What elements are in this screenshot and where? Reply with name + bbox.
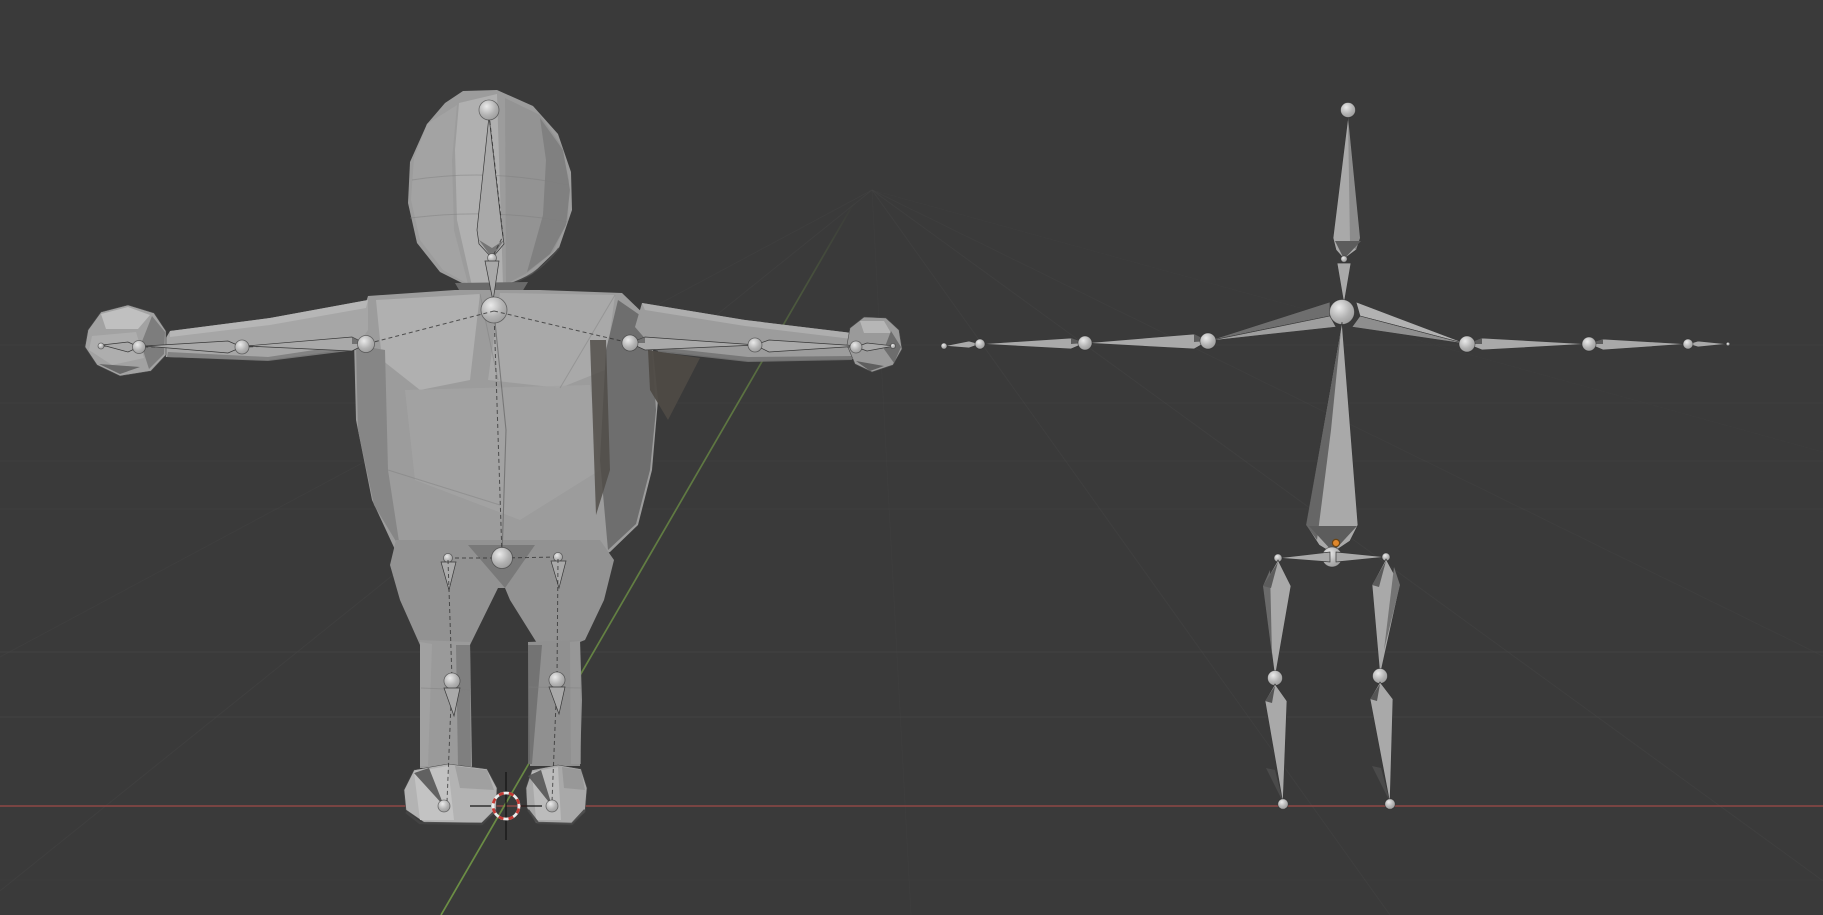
joint-left-knee bbox=[444, 673, 460, 689]
joint-left-hand bbox=[975, 339, 985, 349]
armature-pelvis-bones[interactable] bbox=[1274, 547, 1390, 567]
joint-right-foot bbox=[546, 800, 558, 812]
character-right-arm-mesh bbox=[635, 303, 857, 420]
joint-right-hand bbox=[1683, 339, 1693, 349]
armature-left-leg-bones[interactable] bbox=[1263, 560, 1291, 809]
joint-right-hand-tip bbox=[891, 344, 896, 349]
joint-neck bbox=[1341, 256, 1347, 262]
armature-object[interactable]: Standalone armature skeleton bbox=[941, 103, 1730, 810]
character-right-shoe-mesh bbox=[526, 765, 587, 824]
armature-right-leg-bones[interactable] bbox=[1370, 559, 1400, 809]
joint-left-shoulder bbox=[358, 336, 375, 353]
joint-right-elbow bbox=[748, 338, 762, 352]
joint-left-knee bbox=[1268, 671, 1283, 686]
joint-left-foot bbox=[1278, 799, 1288, 809]
joint-left-tip bbox=[941, 343, 947, 349]
joint-right-knee bbox=[1373, 669, 1388, 684]
character-object[interactable]: Low-poly humanoid character mesh with em… bbox=[85, 90, 902, 824]
armature-head-bone[interactable] bbox=[1333, 103, 1361, 263]
viewport-canvas[interactable]: 3D viewport Standalone armature skeleton bbox=[0, 0, 1823, 915]
3d-viewport[interactable]: 3D viewport Standalone armature skeleton bbox=[0, 0, 1823, 915]
joint-right-wrist bbox=[850, 341, 862, 353]
joint-right-tip bbox=[1726, 342, 1730, 346]
joint-chest bbox=[481, 297, 507, 323]
joint-right-knee bbox=[549, 672, 565, 688]
joint-right-wrist bbox=[1582, 337, 1596, 351]
armature-neck-bone[interactable] bbox=[1337, 263, 1351, 304]
armature-spine-bone[interactable] bbox=[1306, 322, 1358, 553]
joint-left-hand-tip bbox=[98, 343, 104, 349]
joint-head-tip bbox=[1341, 103, 1356, 118]
joint-head-tip bbox=[479, 100, 499, 120]
joint-left-wrist bbox=[1078, 336, 1092, 350]
joint-right-shoulder bbox=[622, 335, 638, 351]
character-left-shoe-mesh bbox=[404, 764, 497, 824]
joint-right-elbow bbox=[1459, 336, 1475, 352]
axis-lines bbox=[0, 196, 1823, 915]
character-left-fist-mesh bbox=[85, 305, 166, 376]
joint-hips bbox=[492, 548, 513, 569]
character-left-arm-mesh bbox=[163, 300, 368, 361]
object-origin-dot bbox=[1332, 539, 1339, 546]
character-legs-mesh bbox=[390, 540, 614, 768]
armature-left-arm-bones[interactable] bbox=[941, 302, 1336, 350]
joint-left-foot bbox=[438, 800, 450, 812]
joint-left-elbow bbox=[1200, 333, 1216, 349]
joint-left-elbow bbox=[235, 340, 249, 354]
joint-right-foot bbox=[1385, 799, 1395, 809]
joint-left-wrist bbox=[133, 341, 146, 354]
joint-chest[interactable] bbox=[1330, 300, 1355, 325]
